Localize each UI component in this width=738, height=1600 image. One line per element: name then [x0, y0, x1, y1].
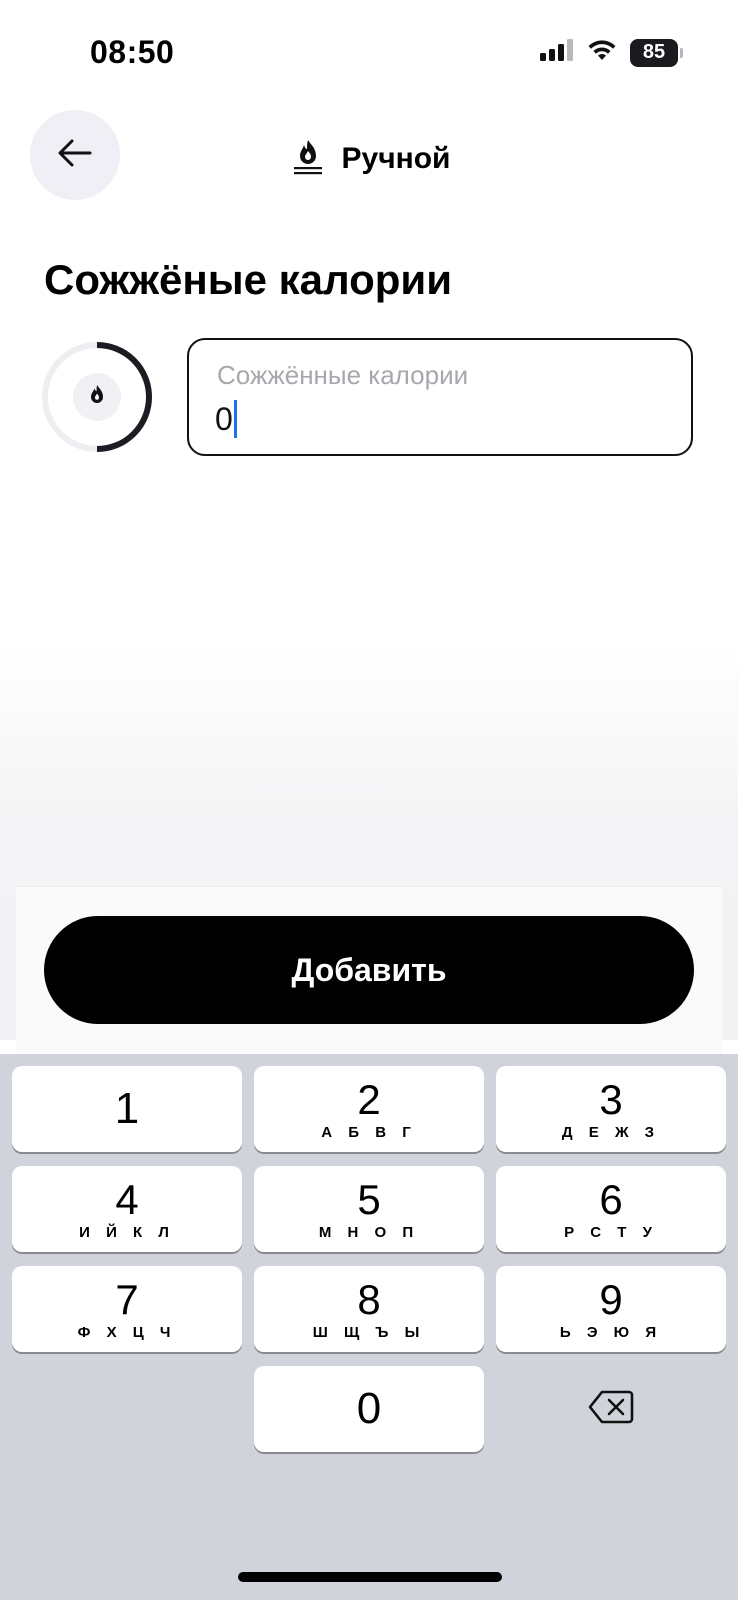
key-7[interactable]: 7Ф Х Ц Ч	[12, 1266, 242, 1352]
backspace-icon	[588, 1389, 634, 1430]
key-digit: 9	[599, 1275, 623, 1323]
key-letters: И Й К Л	[79, 1223, 175, 1241]
battery-icon: 85	[630, 38, 683, 67]
key-8[interactable]: 8Ш Щ Ъ Ы	[254, 1266, 484, 1352]
cellular-signal-icon	[540, 39, 574, 66]
key-letters: М Н О П	[318, 1223, 420, 1241]
key-3[interactable]: 3Д Е Ж З	[496, 1066, 726, 1152]
key-letters: Ш Щ Ъ Ы	[312, 1323, 426, 1341]
numeric-keyboard: 1 2А Б В Г 3Д Е Ж З 4И Й К Л 5М Н О П 6Р…	[0, 1054, 738, 1600]
key-6[interactable]: 6Р С Т У	[496, 1166, 726, 1252]
key-digit: 4	[115, 1175, 139, 1223]
calories-value-text: 0	[215, 400, 233, 437]
key-4[interactable]: 4И Й К Л	[12, 1166, 242, 1252]
key-letters: Р С Т У	[564, 1223, 658, 1241]
home-indicator	[238, 1572, 502, 1582]
calories-input-value[interactable]: 0	[215, 400, 237, 438]
key-9[interactable]: 9Ь Э Ю Я	[496, 1266, 726, 1352]
key-0[interactable]: 0	[254, 1366, 484, 1452]
key-1[interactable]: 1	[12, 1066, 242, 1152]
key-digit: 0	[356, 1384, 382, 1433]
calories-input-label: Сожжённые калории	[217, 360, 469, 390]
header-title: Ручной	[341, 141, 451, 175]
key-digit: 8	[357, 1275, 381, 1323]
key-digit: 2	[357, 1075, 381, 1123]
text-caret	[233, 400, 237, 438]
status-icons: 85	[540, 38, 683, 67]
flame-icon	[288, 136, 328, 181]
battery-level: 85	[642, 41, 666, 63]
key-digit: 5	[357, 1175, 381, 1223]
key-2[interactable]: 2А Б В Г	[254, 1066, 484, 1152]
backspace-key[interactable]	[496, 1366, 726, 1452]
calories-input[interactable]: Сожжённые калории 0	[187, 338, 693, 456]
key-letters: Д Е Ж З	[561, 1123, 661, 1141]
key-digit: 3	[599, 1075, 623, 1123]
key-letters: А Б В Г	[321, 1123, 417, 1141]
header: Ручной	[0, 136, 738, 181]
status-time: 08:50	[90, 34, 175, 70]
calorie-progress-ring	[40, 340, 154, 454]
key-letters: Ь Э Ю Я	[559, 1323, 663, 1341]
key-digit: 7	[115, 1275, 139, 1323]
key-letters: Ф Х Ц Ч	[77, 1323, 177, 1341]
page-title: Сожжёные калории	[44, 256, 453, 303]
add-button[interactable]: Добавить	[44, 916, 694, 1024]
wifi-icon	[586, 38, 618, 67]
key-5[interactable]: 5М Н О П	[254, 1166, 484, 1252]
key-digit: 6	[599, 1175, 623, 1223]
key-digit: 1	[114, 1084, 140, 1133]
